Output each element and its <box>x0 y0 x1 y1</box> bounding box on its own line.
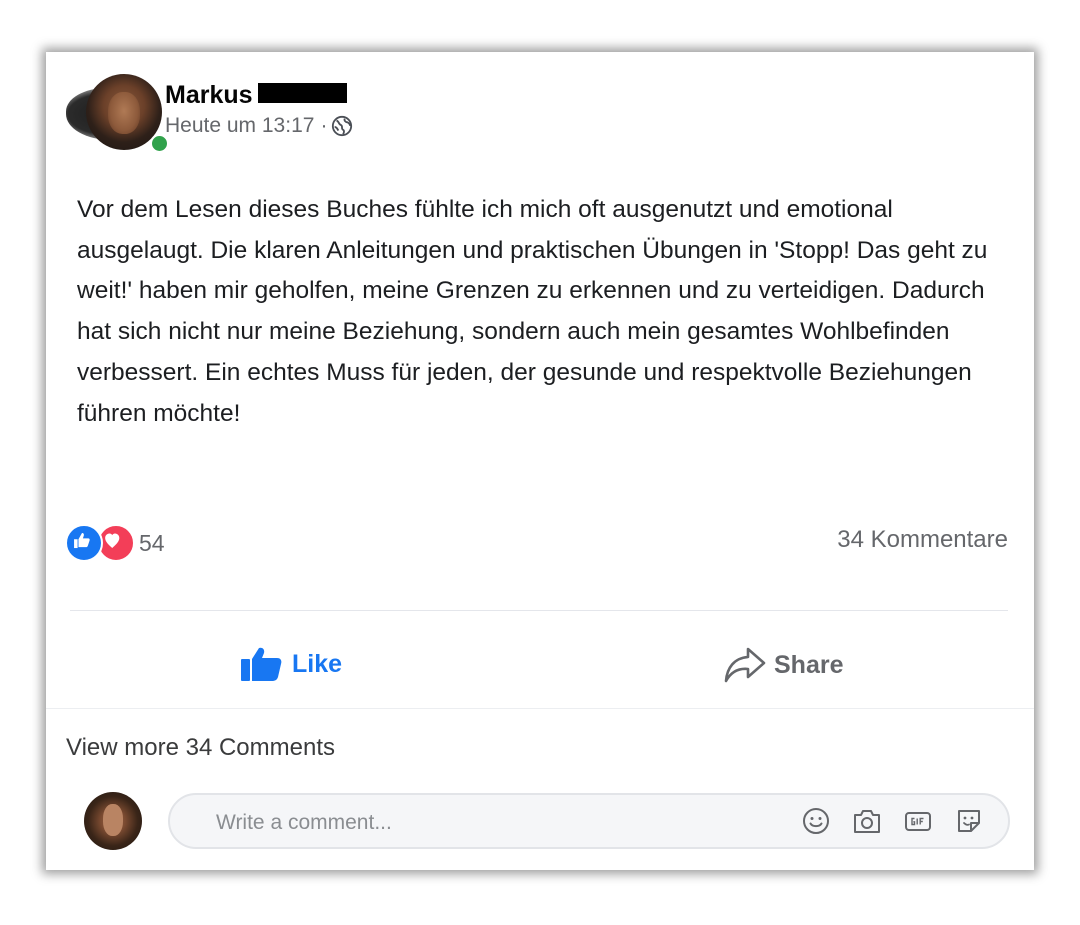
like-button[interactable]: Like <box>240 646 342 682</box>
comment-attachment-icons <box>780 806 984 836</box>
thumbs-up-icon <box>241 647 282 681</box>
redaction-bar <box>258 83 347 103</box>
like-button-label: Like <box>292 649 343 678</box>
reactions-summary[interactable]: 54 <box>65 524 165 562</box>
like-reaction-icon <box>65 524 103 562</box>
divider <box>70 610 1008 611</box>
divider <box>46 708 1034 709</box>
share-button[interactable]: Share <box>724 646 843 684</box>
reaction-count: 54 <box>139 529 165 556</box>
globe-icon[interactable] <box>331 115 353 137</box>
gif-icon[interactable] <box>903 806 933 836</box>
camera-icon[interactable] <box>852 806 882 836</box>
comments-count-link[interactable]: 34 Kommentare <box>837 526 1008 554</box>
comment-input[interactable] <box>214 807 758 839</box>
view-more-comments-link[interactable]: View more 34 Comments <box>66 734 335 762</box>
post-body-text: Vor dem Lesen dieses Buches fühlte ich m… <box>77 196 988 427</box>
post-meta: Heute um 13:17 · <box>165 114 353 138</box>
author-name[interactable]: Markus <box>165 81 253 110</box>
sticker-icon[interactable] <box>954 806 984 836</box>
current-user-avatar[interactable] <box>84 792 142 850</box>
post-timestamp[interactable]: Heute um 13:17 <box>165 114 314 138</box>
share-button-label: Share <box>774 650 844 679</box>
share-arrow-icon <box>724 647 766 683</box>
comment-composer <box>168 793 1010 849</box>
post-card: Markus Heute um 13:17 · Vor dem Lesen di… <box>46 52 1034 870</box>
emoji-icon[interactable] <box>801 806 831 836</box>
meta-separator: · <box>320 114 328 137</box>
author-avatar[interactable] <box>66 74 169 154</box>
